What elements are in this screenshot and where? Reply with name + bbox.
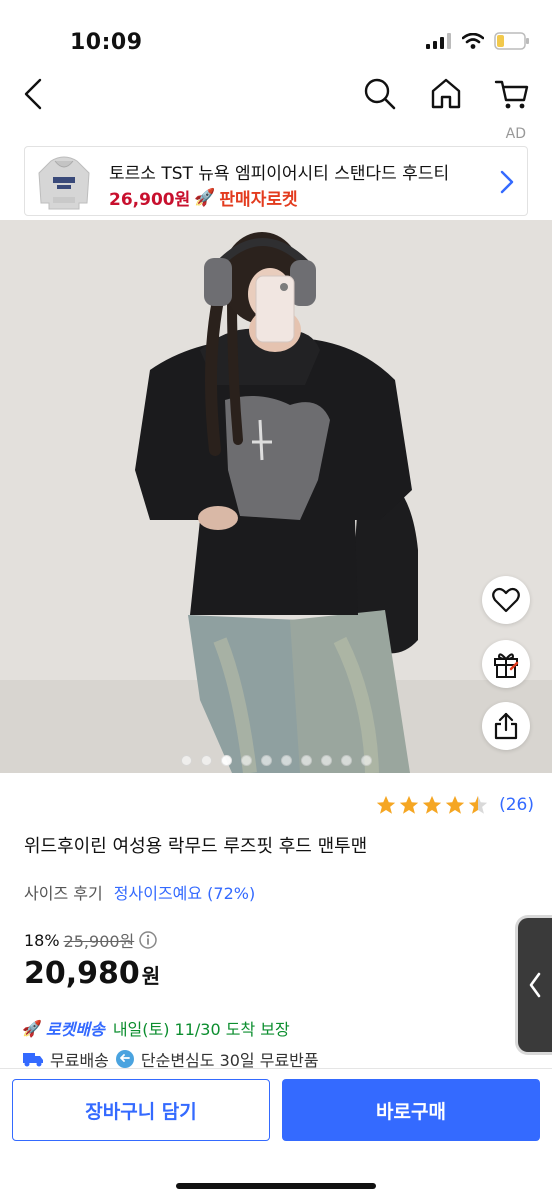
heart-icon [492,587,520,613]
pagination-dot[interactable] [180,755,192,766]
share-icon [494,712,518,740]
chevron-right-icon [500,170,514,194]
back-icon [24,78,42,110]
free-shipping-label: 무료배송 [50,1051,109,1070]
pagination-dot[interactable] [260,755,272,766]
pagination-dot[interactable] [340,755,352,766]
delivery-date: 내일(토) 11/30 도착 보장 [112,1020,290,1039]
hoodie-thumbnail-icon [38,156,90,210]
pagination-dot[interactable] [200,755,212,766]
pagination-dot[interactable] [300,755,312,766]
search-icon [364,78,396,110]
product-rating[interactable]: (26) [375,794,534,816]
pagination-dot[interactable] [240,755,252,766]
original-price: 25,900원 [63,932,135,951]
pagination-dot-active[interactable] [220,755,232,766]
delivery-info: 🚀 로켓배송 내일(토) 11/30 도착 보장 [22,1016,290,1040]
cart-icon [494,80,529,109]
final-price: 20,980 원 [24,956,160,991]
chevron-left-icon [529,972,541,998]
ad-label: AD [505,126,526,142]
cart-button[interactable] [492,74,532,114]
rocket-icon: 🚀 [22,1018,42,1038]
star-icon [445,795,465,814]
top-nav-bar [0,70,552,120]
gallery-pagination [0,755,552,766]
home-indicator[interactable] [176,1183,376,1189]
rating-stars [375,794,489,816]
star-icon [422,795,442,814]
home-button[interactable] [426,74,466,114]
rocket-delivery-label: 로켓배송 [45,1020,105,1039]
review-count[interactable]: (26) [499,795,534,815]
buy-now-button[interactable]: 바로구매 [282,1079,540,1141]
ad-product-thumbnail [33,151,95,213]
product-photo [0,220,552,773]
product-title: 위드후이린 여성용 락무드 루즈핏 후드 맨투맨 [24,836,368,857]
size-review[interactable]: 사이즈 후기 정사이즈예요 (72%) [24,880,255,904]
info-icon[interactable] [138,930,158,950]
pagination-dot[interactable] [360,755,372,766]
side-panel-handle[interactable] [518,918,552,1052]
final-price-value: 20,980 [24,956,140,991]
rocket-icon: 🚀 [194,187,216,208]
status-icons [426,32,530,50]
gift-icon [494,653,519,678]
size-review-label: 사이즈 후기 [24,884,103,903]
back-button[interactable] [18,74,54,114]
shipping-info: 무료배송 단순변심도 30일 무료반품 [22,1048,319,1070]
pagination-dot[interactable] [320,755,332,766]
half-star-icon [468,795,488,814]
wishlist-button[interactable] [482,576,530,624]
truck-icon [23,1053,43,1067]
battery-icon [494,32,529,50]
wifi-icon [462,33,484,49]
star-icon [376,795,396,814]
return-icon [115,1050,134,1068]
status-bar: 10:09 [0,0,552,70]
search-button[interactable] [360,74,400,114]
add-to-cart-button[interactable]: 장바구니 담기 [12,1079,270,1141]
ad-price: 26,900원 [109,190,191,210]
home-icon [431,78,461,109]
discount-row: 18% 25,900원 [24,928,158,952]
final-price-unit: 원 [141,964,161,988]
share-button[interactable] [482,702,530,750]
ad-title: 토르소 TST 뉴욕 엠피이어시티 스탠다드 후드티 [109,164,450,184]
size-review-value: 정사이즈예요 (72%) [113,884,256,903]
return-policy-label: 단순변심도 30일 무료반품 [140,1051,319,1070]
gift-button[interactable] [482,640,530,688]
ad-seller-rocket-badge: 판매자로켓 [219,190,298,210]
discount-rate: 18% [24,930,60,950]
ad-banner[interactable]: 토르소 TST 뉴욕 엠피이어시티 스탠다드 후드티 26,900원 🚀 판매자… [24,146,528,216]
star-icon [399,795,419,814]
pagination-dot[interactable] [280,755,292,766]
cellular-signal-icon [426,33,451,49]
status-time: 10:09 [70,30,143,55]
product-image-gallery[interactable] [0,220,552,773]
ad-chevron[interactable] [499,169,515,199]
bottom-action-bar: 장바구니 담기 바로구매 [0,1068,552,1200]
